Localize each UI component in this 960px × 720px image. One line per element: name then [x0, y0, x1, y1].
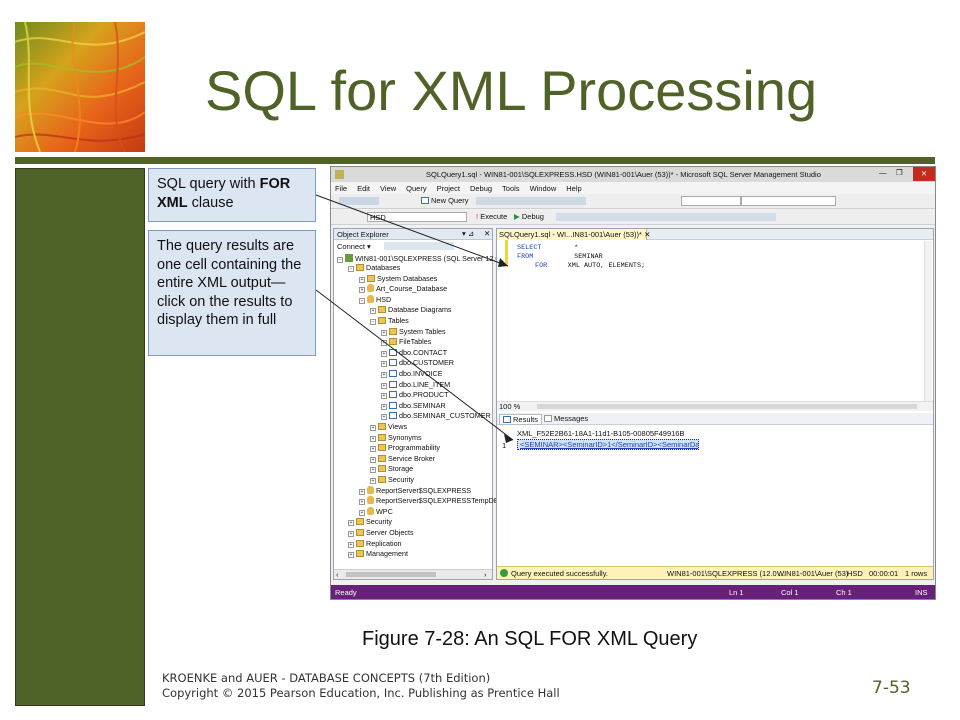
page-number: 7-53: [872, 678, 911, 698]
callout-arrows: [315, 194, 514, 443]
figure-caption: Figure 7-28: An SQL FOR XML Query: [362, 628, 698, 650]
arrow-to-for-clause: [315, 194, 509, 267]
footer-line: Copyright © 2015 Pearson Education, Inc.…: [162, 686, 560, 700]
footer: KROENKE and AUER - DATABASE CONCEPTS (7t…: [162, 671, 560, 701]
footer-line: KROENKE and AUER - DATABASE CONCEPTS (7t…: [162, 671, 491, 685]
arrow-to-result: [315, 289, 514, 441]
arrowhead: [498, 258, 508, 267]
